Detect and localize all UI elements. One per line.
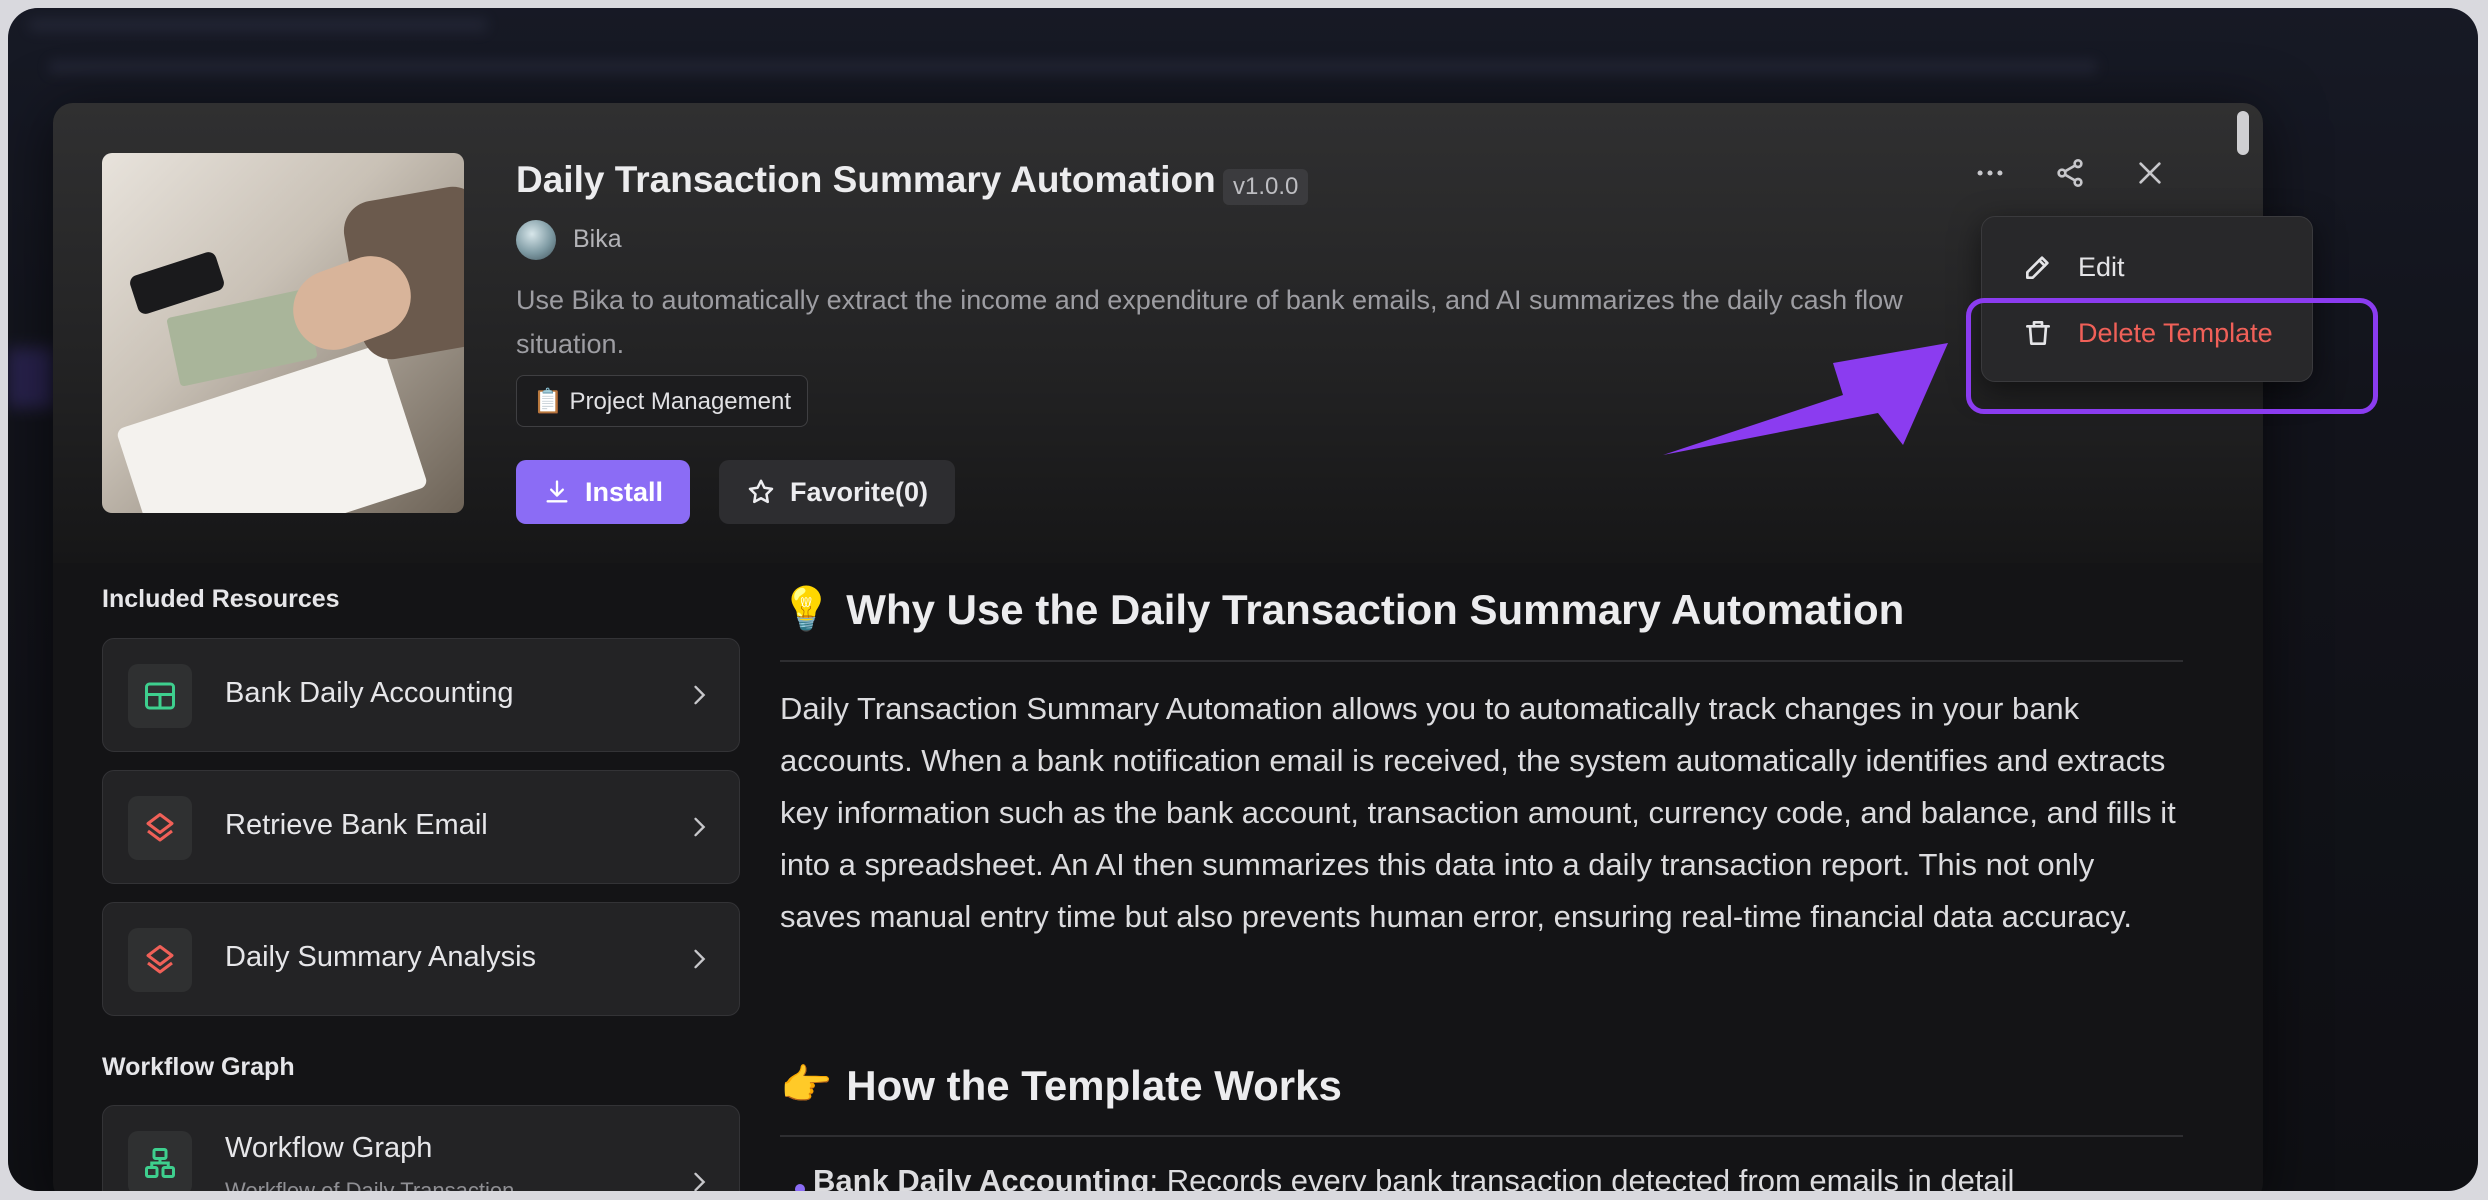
annotation-highlight-box <box>1966 298 2378 414</box>
author-name: Bika <box>573 225 622 253</box>
download-icon <box>546 480 568 503</box>
workflow-sublabel: Workflow of Daily Transaction <box>225 1178 515 1191</box>
bullet-bold: Bank Daily Accounting <box>813 1163 1150 1191</box>
more-options-button[interactable] <box>1970 153 2010 193</box>
more-horizontal-icon <box>1977 170 2003 176</box>
section-heading-how: 👉 How the Template Works <box>780 1061 1342 1110</box>
favorite-button[interactable]: Favorite(0) <box>719 460 955 524</box>
resource-icon-box <box>128 664 192 728</box>
pointing-hand-icon: 👉 <box>780 1061 833 1108</box>
section-heading-why: 💡 Why Use the Daily Transaction Summary … <box>780 585 1904 634</box>
annotation-arrow-icon <box>1663 343 1948 455</box>
resource-card-retrieve-bank-email[interactable]: Retrieve Bank Email <box>102 770 740 884</box>
automation-layers-icon <box>146 813 174 842</box>
modal-scrollbar[interactable] <box>2237 111 2249 155</box>
star-icon <box>748 479 774 504</box>
category-tag[interactable]: 📋 Project Management <box>516 375 808 427</box>
menu-item-edit[interactable]: Edit <box>2022 247 2125 287</box>
automation-layers-icon <box>146 945 174 974</box>
section-heading-how-text: How the Template Works <box>846 1061 1342 1109</box>
resource-icon-box <box>128 796 192 860</box>
share-button[interactable] <box>2050 153 2090 193</box>
resource-label: Bank Daily Accounting <box>225 677 514 709</box>
resource-label: Daily Summary Analysis <box>225 941 537 973</box>
install-label: Install <box>584 476 664 507</box>
workflow-label: Workflow Graph <box>225 1132 433 1164</box>
bullet-rest: : Records every bank transaction detecte… <box>1149 1163 2015 1191</box>
template-detail-modal: Daily Transaction Summary Automation v1.… <box>53 103 2263 1191</box>
bullet-item: Bank Daily Accounting: Records every ban… <box>813 1163 2014 1191</box>
resource-icon-box <box>128 928 192 992</box>
chevron-right-icon <box>694 1172 706 1191</box>
resource-icon-box <box>128 1131 192 1191</box>
install-button[interactable]: Install <box>516 460 690 524</box>
intro-paragraph: Daily Transaction Summary Automation all… <box>780 691 2176 934</box>
lightbulb-icon: 💡 <box>780 585 833 632</box>
category-tag-label: 📋 Project Management <box>533 387 791 415</box>
bullet-dot <box>795 1184 805 1191</box>
pencil-icon <box>2026 256 2049 279</box>
app-frame: Daily Transaction Summary Automation v1.… <box>8 8 2478 1191</box>
resource-label: Retrieve Bank Email <box>225 809 488 841</box>
workflow-icon <box>145 1148 175 1178</box>
table-grid-icon <box>145 682 175 710</box>
included-resources-title: Included Resources <box>102 585 340 613</box>
resource-card-daily-summary-analysis[interactable]: Daily Summary Analysis <box>102 902 740 1016</box>
section-heading-why-text: Why Use the Daily Transaction Summary Au… <box>846 585 1905 633</box>
resource-card-bank-daily-accounting[interactable]: Bank Daily Accounting <box>102 638 740 752</box>
share-icon <box>2057 159 2083 187</box>
chevron-right-icon <box>694 949 706 969</box>
menu-item-edit-label: Edit <box>2078 251 2125 282</box>
close-icon <box>2139 162 2161 184</box>
template-title: Daily Transaction Summary Automation <box>516 159 1216 200</box>
template-cover-image <box>102 153 464 513</box>
chevron-right-icon <box>694 685 706 705</box>
heading-divider <box>780 1135 2183 1137</box>
favorite-label: Favorite(0) <box>789 476 929 507</box>
close-button[interactable] <box>2130 153 2170 193</box>
workflow-graph-card[interactable]: Workflow Graph Workflow of Daily Transac… <box>102 1105 740 1191</box>
workflow-graph-title: Workflow Graph <box>102 1053 295 1081</box>
heading-divider <box>780 660 2183 662</box>
version-badge: v1.0.0 <box>1223 169 1309 205</box>
author-avatar <box>516 220 556 260</box>
chevron-right-icon <box>694 817 706 837</box>
